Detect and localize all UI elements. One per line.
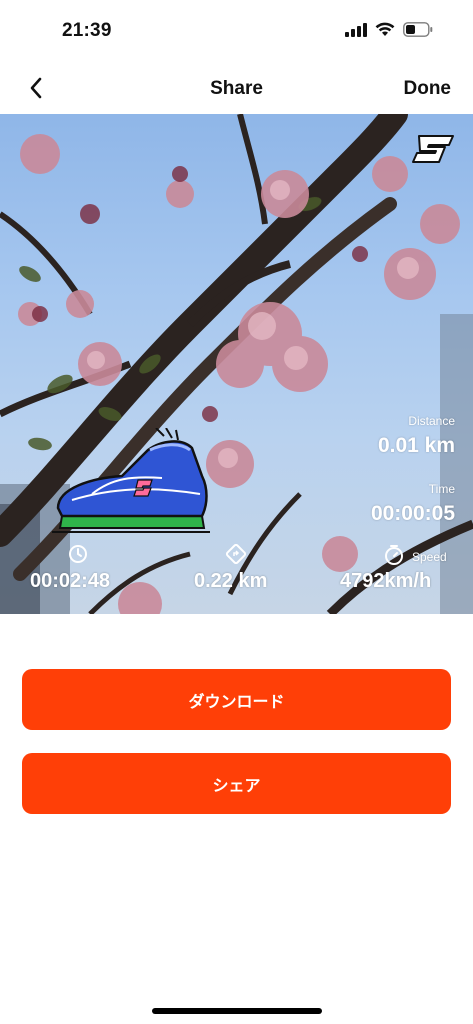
home-indicator bbox=[152, 1008, 322, 1014]
brand-logo-icon bbox=[412, 135, 454, 163]
duration-value: 00:02:48 bbox=[30, 570, 111, 592]
cherry-blossom-photo bbox=[0, 114, 473, 614]
status-bar: 21:39 bbox=[0, 0, 473, 62]
time-value: 00:00:05 bbox=[370, 502, 455, 525]
clock-icon bbox=[69, 545, 87, 563]
share-button[interactable]: シェア bbox=[22, 753, 451, 814]
battery-icon bbox=[403, 22, 433, 37]
status-icons bbox=[345, 22, 433, 37]
distance-value: 0.01 km bbox=[377, 434, 455, 457]
wifi-icon bbox=[375, 22, 395, 36]
time-label: Time bbox=[428, 482, 455, 496]
stopwatch-icon bbox=[385, 545, 403, 565]
direction-icon bbox=[226, 544, 246, 564]
speed-label: Speed bbox=[412, 550, 447, 564]
page-title: Share bbox=[210, 78, 263, 99]
signal-icon bbox=[345, 22, 367, 37]
nav-bar: Share Done bbox=[0, 62, 473, 114]
distance-label: Distance bbox=[408, 414, 455, 428]
share-photo: Distance 0.01 km Time 00:00:05 00:02:48 … bbox=[0, 114, 473, 614]
status-time: 21:39 bbox=[62, 20, 112, 41]
shoe-sticker bbox=[52, 428, 210, 533]
speed-value: 4792km/h bbox=[340, 570, 432, 592]
altitude-value: 0.22 km bbox=[194, 570, 268, 592]
download-button[interactable]: ダウンロード bbox=[22, 669, 451, 730]
done-button[interactable]: Done bbox=[404, 78, 452, 100]
